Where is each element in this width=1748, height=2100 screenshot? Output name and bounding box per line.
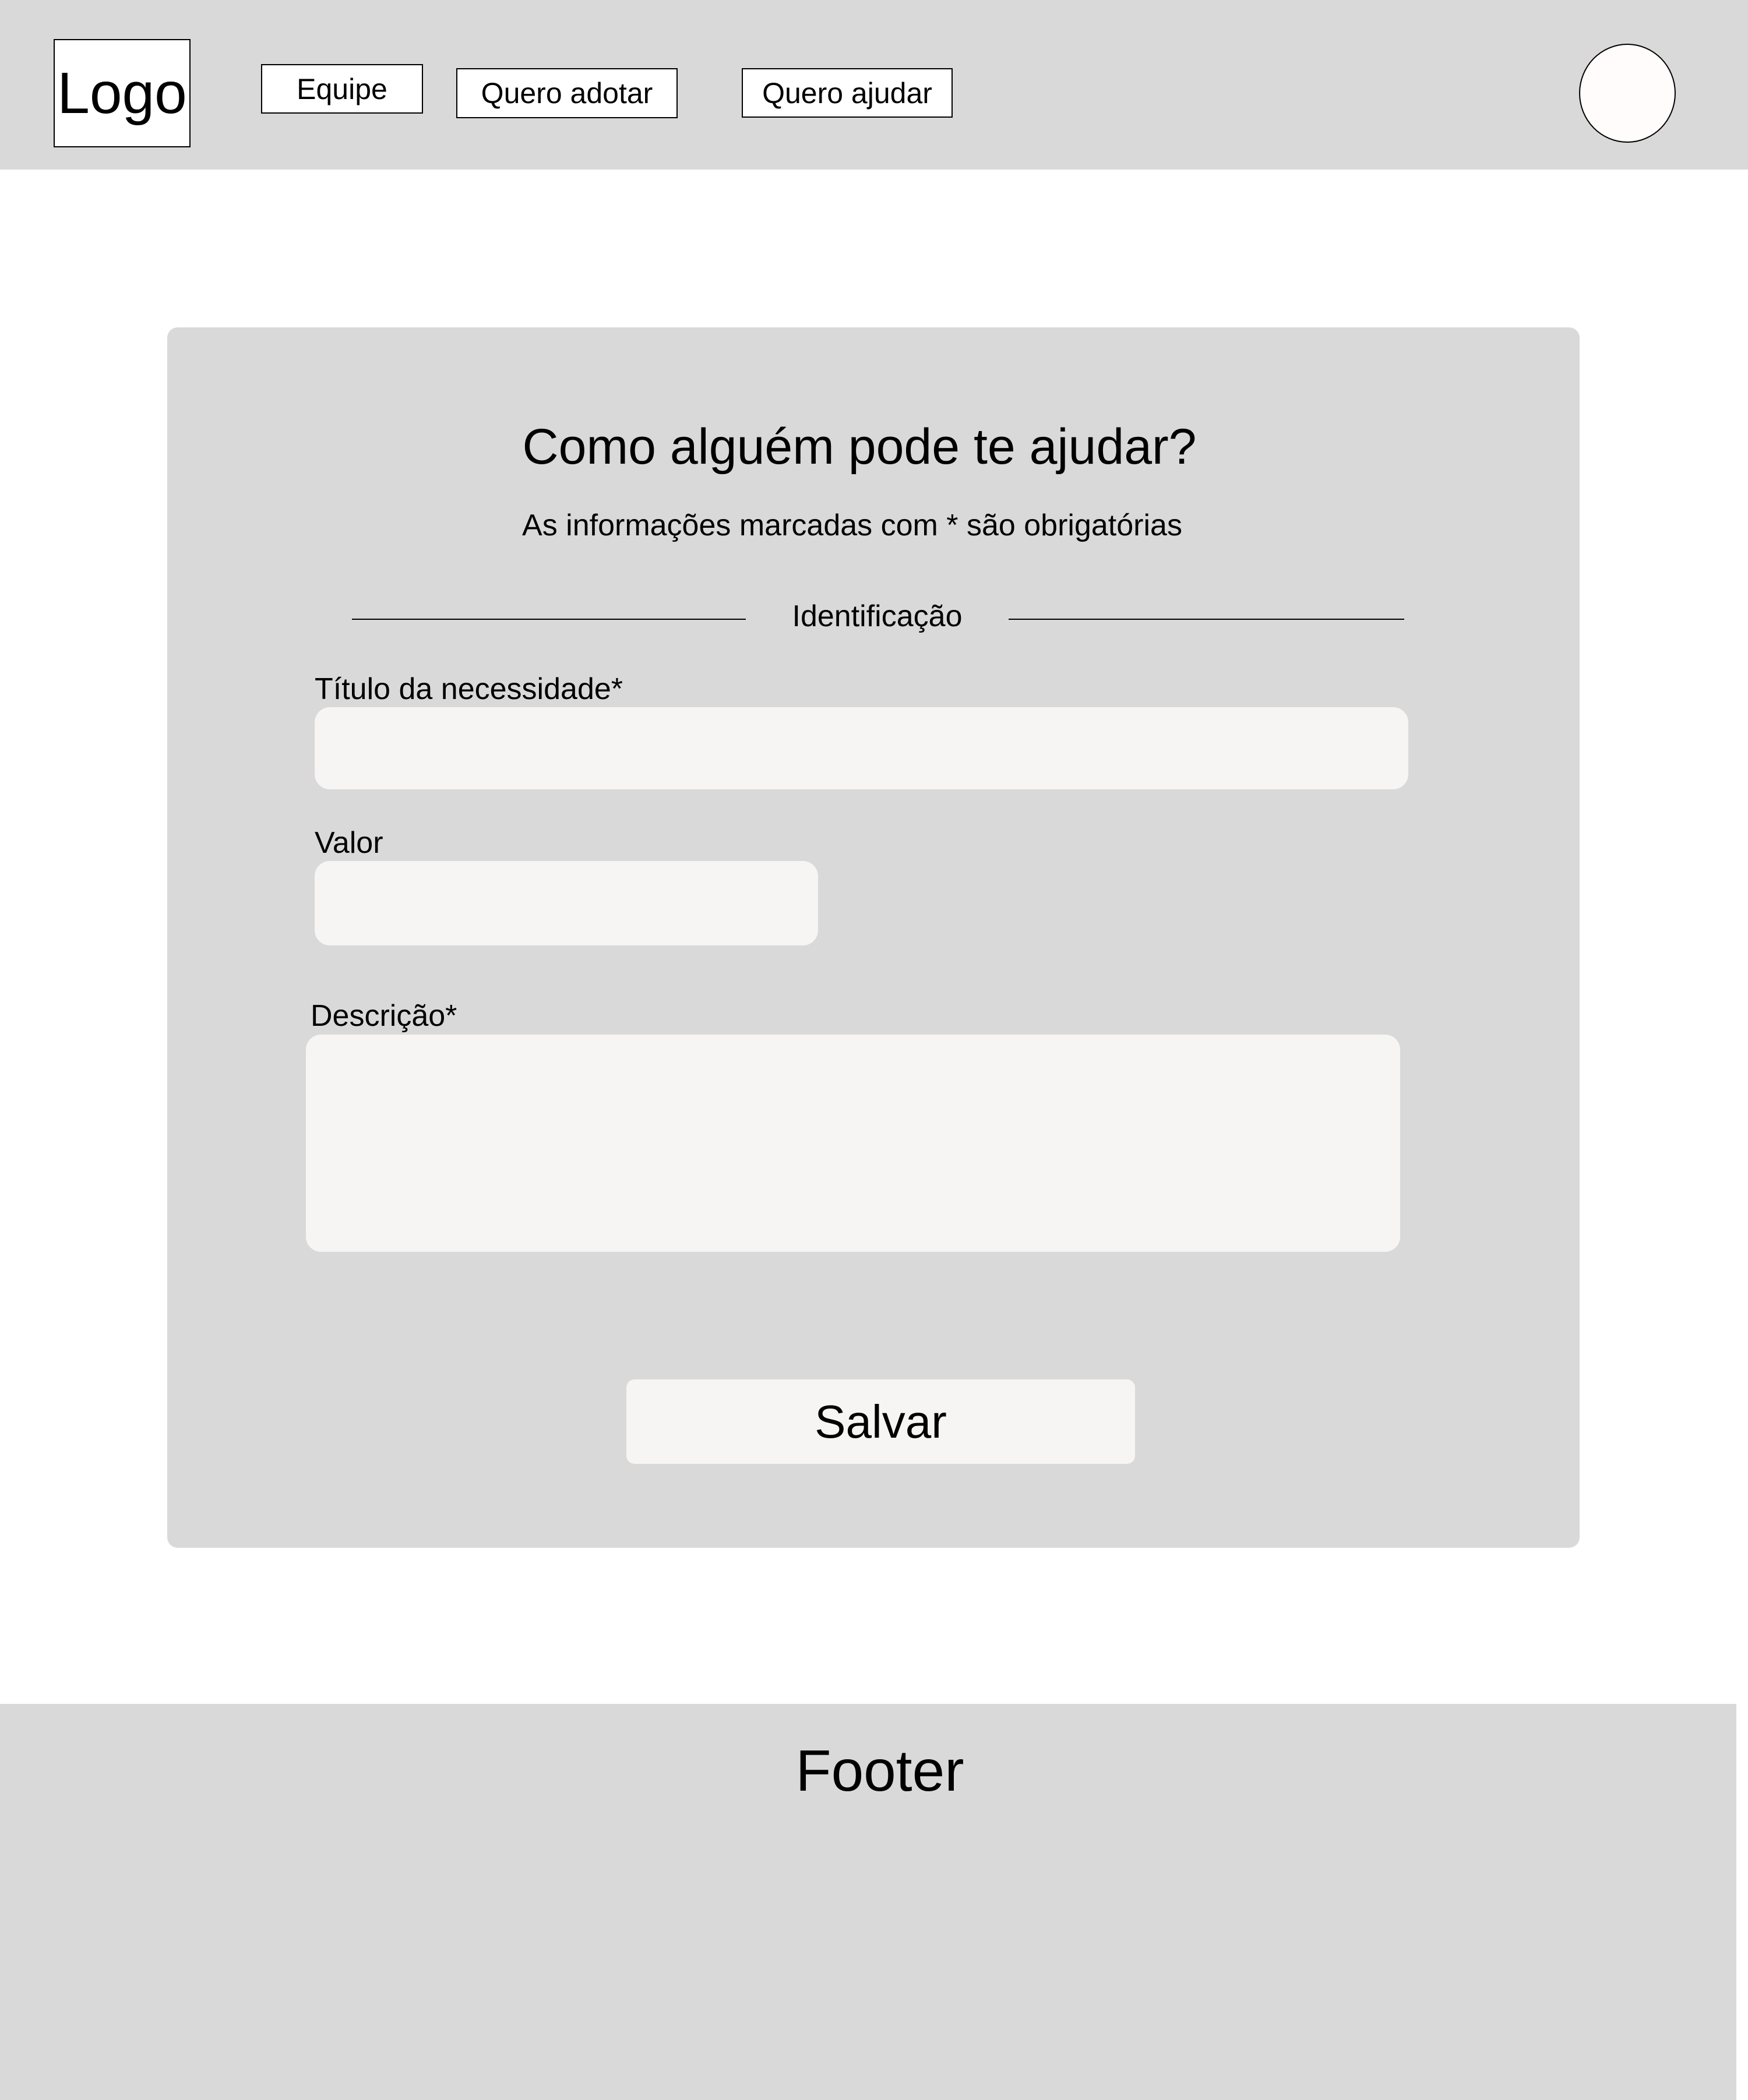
titulo-input[interactable] xyxy=(315,707,1408,789)
descricao-label: Descrição* xyxy=(311,999,457,1033)
footer-text: Footer xyxy=(795,1738,964,1803)
form-subtitle: As informações marcadas com * são obriga… xyxy=(522,509,1182,542)
valor-label: Valor xyxy=(315,826,383,860)
user-avatar[interactable] xyxy=(1579,44,1676,143)
nav-quero-adotar-button[interactable]: Quero adotar xyxy=(456,68,678,118)
valor-input[interactable] xyxy=(315,861,818,945)
section-divider-right xyxy=(1009,619,1404,620)
section-label-identificacao: Identificação xyxy=(792,599,963,633)
form-title: Como alguém pode te ajudar? xyxy=(522,419,1197,475)
section-divider-left xyxy=(352,619,746,620)
top-navbar: Logo Equipe Quero adotar Quero ajudar xyxy=(0,0,1748,170)
footer: Footer xyxy=(0,1704,1736,2100)
descricao-textarea[interactable] xyxy=(306,1035,1400,1252)
titulo-label: Título da necessidade* xyxy=(315,672,623,706)
save-button[interactable]: Salvar xyxy=(626,1379,1135,1464)
nav-quero-ajudar-button[interactable]: Quero ajudar xyxy=(742,68,953,118)
logo[interactable]: Logo xyxy=(54,39,191,147)
page: Logo Equipe Quero adotar Quero ajudar Co… xyxy=(0,0,1748,2100)
nav-equipe-button[interactable]: Equipe xyxy=(261,64,423,114)
